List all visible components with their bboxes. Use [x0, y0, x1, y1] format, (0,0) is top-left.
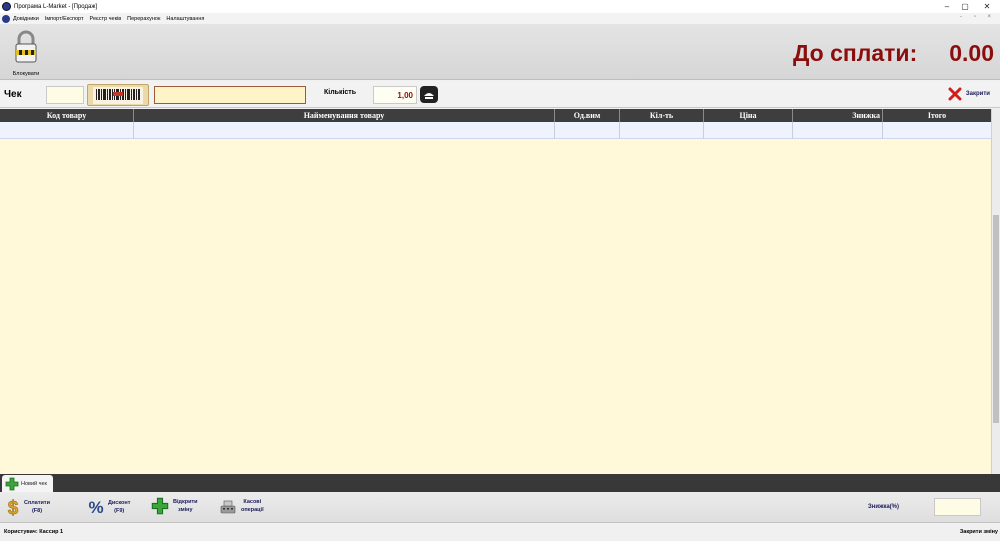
table-row[interactable]: [0, 122, 991, 139]
open-shift-button[interactable]: Відкрити зміну: [151, 497, 198, 515]
pay-shortcut: (F8): [31, 508, 43, 514]
barcode-icon: [93, 86, 143, 104]
menu-item-settings[interactable]: Налаштування: [166, 16, 204, 22]
column-header-unit[interactable]: Од.вим: [555, 109, 620, 122]
amount-due-label: До сплати:: [792, 40, 918, 66]
lock-label: Блокувати: [12, 71, 40, 77]
menu-bar: Довідники Імпорт/Експорт Реєстр чеків Пе…: [0, 13, 1000, 24]
table-cell[interactable]: [620, 122, 704, 139]
table-cell[interactable]: [793, 122, 883, 139]
receipt-label: Чек: [4, 89, 22, 100]
menu-item-import-export[interactable]: Імпорт/Експорт: [45, 16, 84, 22]
window-title: Програма L-Market - [Продаж]: [14, 3, 98, 10]
window-titlebar: Програма L-Market - [Продаж] – ▢ ✕: [0, 0, 1000, 13]
quantity-input[interactable]: 1,00: [373, 86, 417, 104]
column-header-total[interactable]: Ітого: [883, 109, 991, 122]
discount-shortcut: (F9): [114, 508, 125, 514]
menu-item-dovidnyky[interactable]: Довідники: [13, 16, 39, 22]
grid-header: Код товару Найменування товару Од.вим Кі…: [0, 109, 991, 122]
menu-item-recount[interactable]: Перерахунок: [127, 16, 160, 22]
barcode-scan-button[interactable]: [87, 84, 149, 106]
cash-register-icon: [220, 500, 236, 514]
svg-text:%: %: [88, 498, 103, 517]
discount-percent-label: Знижка(%): [868, 504, 899, 510]
table-cell[interactable]: [883, 122, 991, 139]
amount-due: До сплати: 0.00: [793, 40, 994, 67]
discount-label: Дисконт: [108, 500, 131, 506]
table-cell[interactable]: [555, 122, 620, 139]
table-cell[interactable]: [0, 122, 134, 139]
cash-ops-label: Касові: [243, 499, 262, 505]
close-window-button[interactable]: ✕: [976, 0, 998, 13]
open-shift-label: Відкрити: [173, 499, 198, 505]
scale-button[interactable]: [420, 86, 438, 103]
grid-vertical-scrollbar[interactable]: [991, 109, 1000, 474]
pay-label: Сплатити: [24, 500, 50, 506]
cash-operations-button[interactable]: Касові операції: [219, 497, 264, 515]
column-header-code[interactable]: Код товару: [0, 109, 134, 122]
column-header-discount[interactable]: Знижка: [793, 109, 883, 122]
receipt-number-field[interactable]: [46, 86, 84, 104]
amount-due-value: 0.00: [949, 40, 994, 66]
table-cell[interactable]: [704, 122, 793, 139]
receipt-tab-strip: Новий чек: [0, 474, 1000, 492]
close-shift-link[interactable]: Закрити зміну: [960, 529, 998, 535]
scale-icon: [424, 93, 434, 99]
scrollbar-thumb[interactable]: [993, 215, 999, 423]
discount-percent-input[interactable]: [934, 498, 981, 516]
dollar-icon: $: [7, 498, 19, 517]
open-shift-label-2: зміну: [177, 507, 193, 513]
quantity-label: Кількість: [324, 89, 357, 96]
receipt-input-bar: Чек Кількість 1,00 Закрити: [0, 81, 1000, 108]
lock-button[interactable]: Блокувати: [8, 30, 44, 77]
plus-icon: [5, 477, 19, 490]
close-receipt-label: Закрити: [965, 91, 990, 97]
barcode-input[interactable]: [154, 86, 306, 104]
app-logo-icon: [2, 2, 11, 11]
percent-icon: %: [88, 498, 103, 517]
maximize-button[interactable]: ▢: [954, 0, 976, 13]
current-user: Користувач: Кассир 1: [4, 529, 64, 535]
cash-ops-label-2: операції: [241, 507, 264, 513]
menu-item-receipt-registry[interactable]: Реєстр чеків: [90, 16, 122, 22]
discount-button[interactable]: % Дисконт (F9): [88, 497, 130, 517]
mdi-window-controls[interactable]: - ▫ ×: [960, 14, 996, 20]
table-cell[interactable]: [134, 122, 555, 139]
close-receipt-button[interactable]: Закрити: [948, 87, 990, 101]
app-menu-icon[interactable]: [2, 14, 10, 23]
top-panel: Блокувати До сплати: 0.00: [0, 24, 1000, 80]
close-x-icon: [948, 87, 962, 101]
svg-text:$: $: [8, 498, 19, 517]
column-header-name[interactable]: Найменування товару: [134, 109, 555, 122]
tab-label: Новий чек: [21, 480, 47, 487]
tab-new-receipt[interactable]: Новий чек: [2, 475, 53, 492]
padlock-icon: [15, 30, 37, 63]
status-bar: Користувач: Кассир 1 Закрити зміну: [0, 523, 1000, 541]
items-grid[interactable]: Код товару Найменування товару Од.вим Кі…: [0, 109, 991, 474]
column-header-qty[interactable]: Кіл-ть: [620, 109, 704, 122]
plus-icon: [151, 497, 169, 515]
bottom-action-panel: $ Сплатити (F8) % Дисконт (F9) Відкрити змі…: [0, 492, 1000, 523]
pay-button[interactable]: $ Сплатити (F8): [6, 497, 50, 517]
column-header-price[interactable]: Ціна: [704, 109, 793, 122]
